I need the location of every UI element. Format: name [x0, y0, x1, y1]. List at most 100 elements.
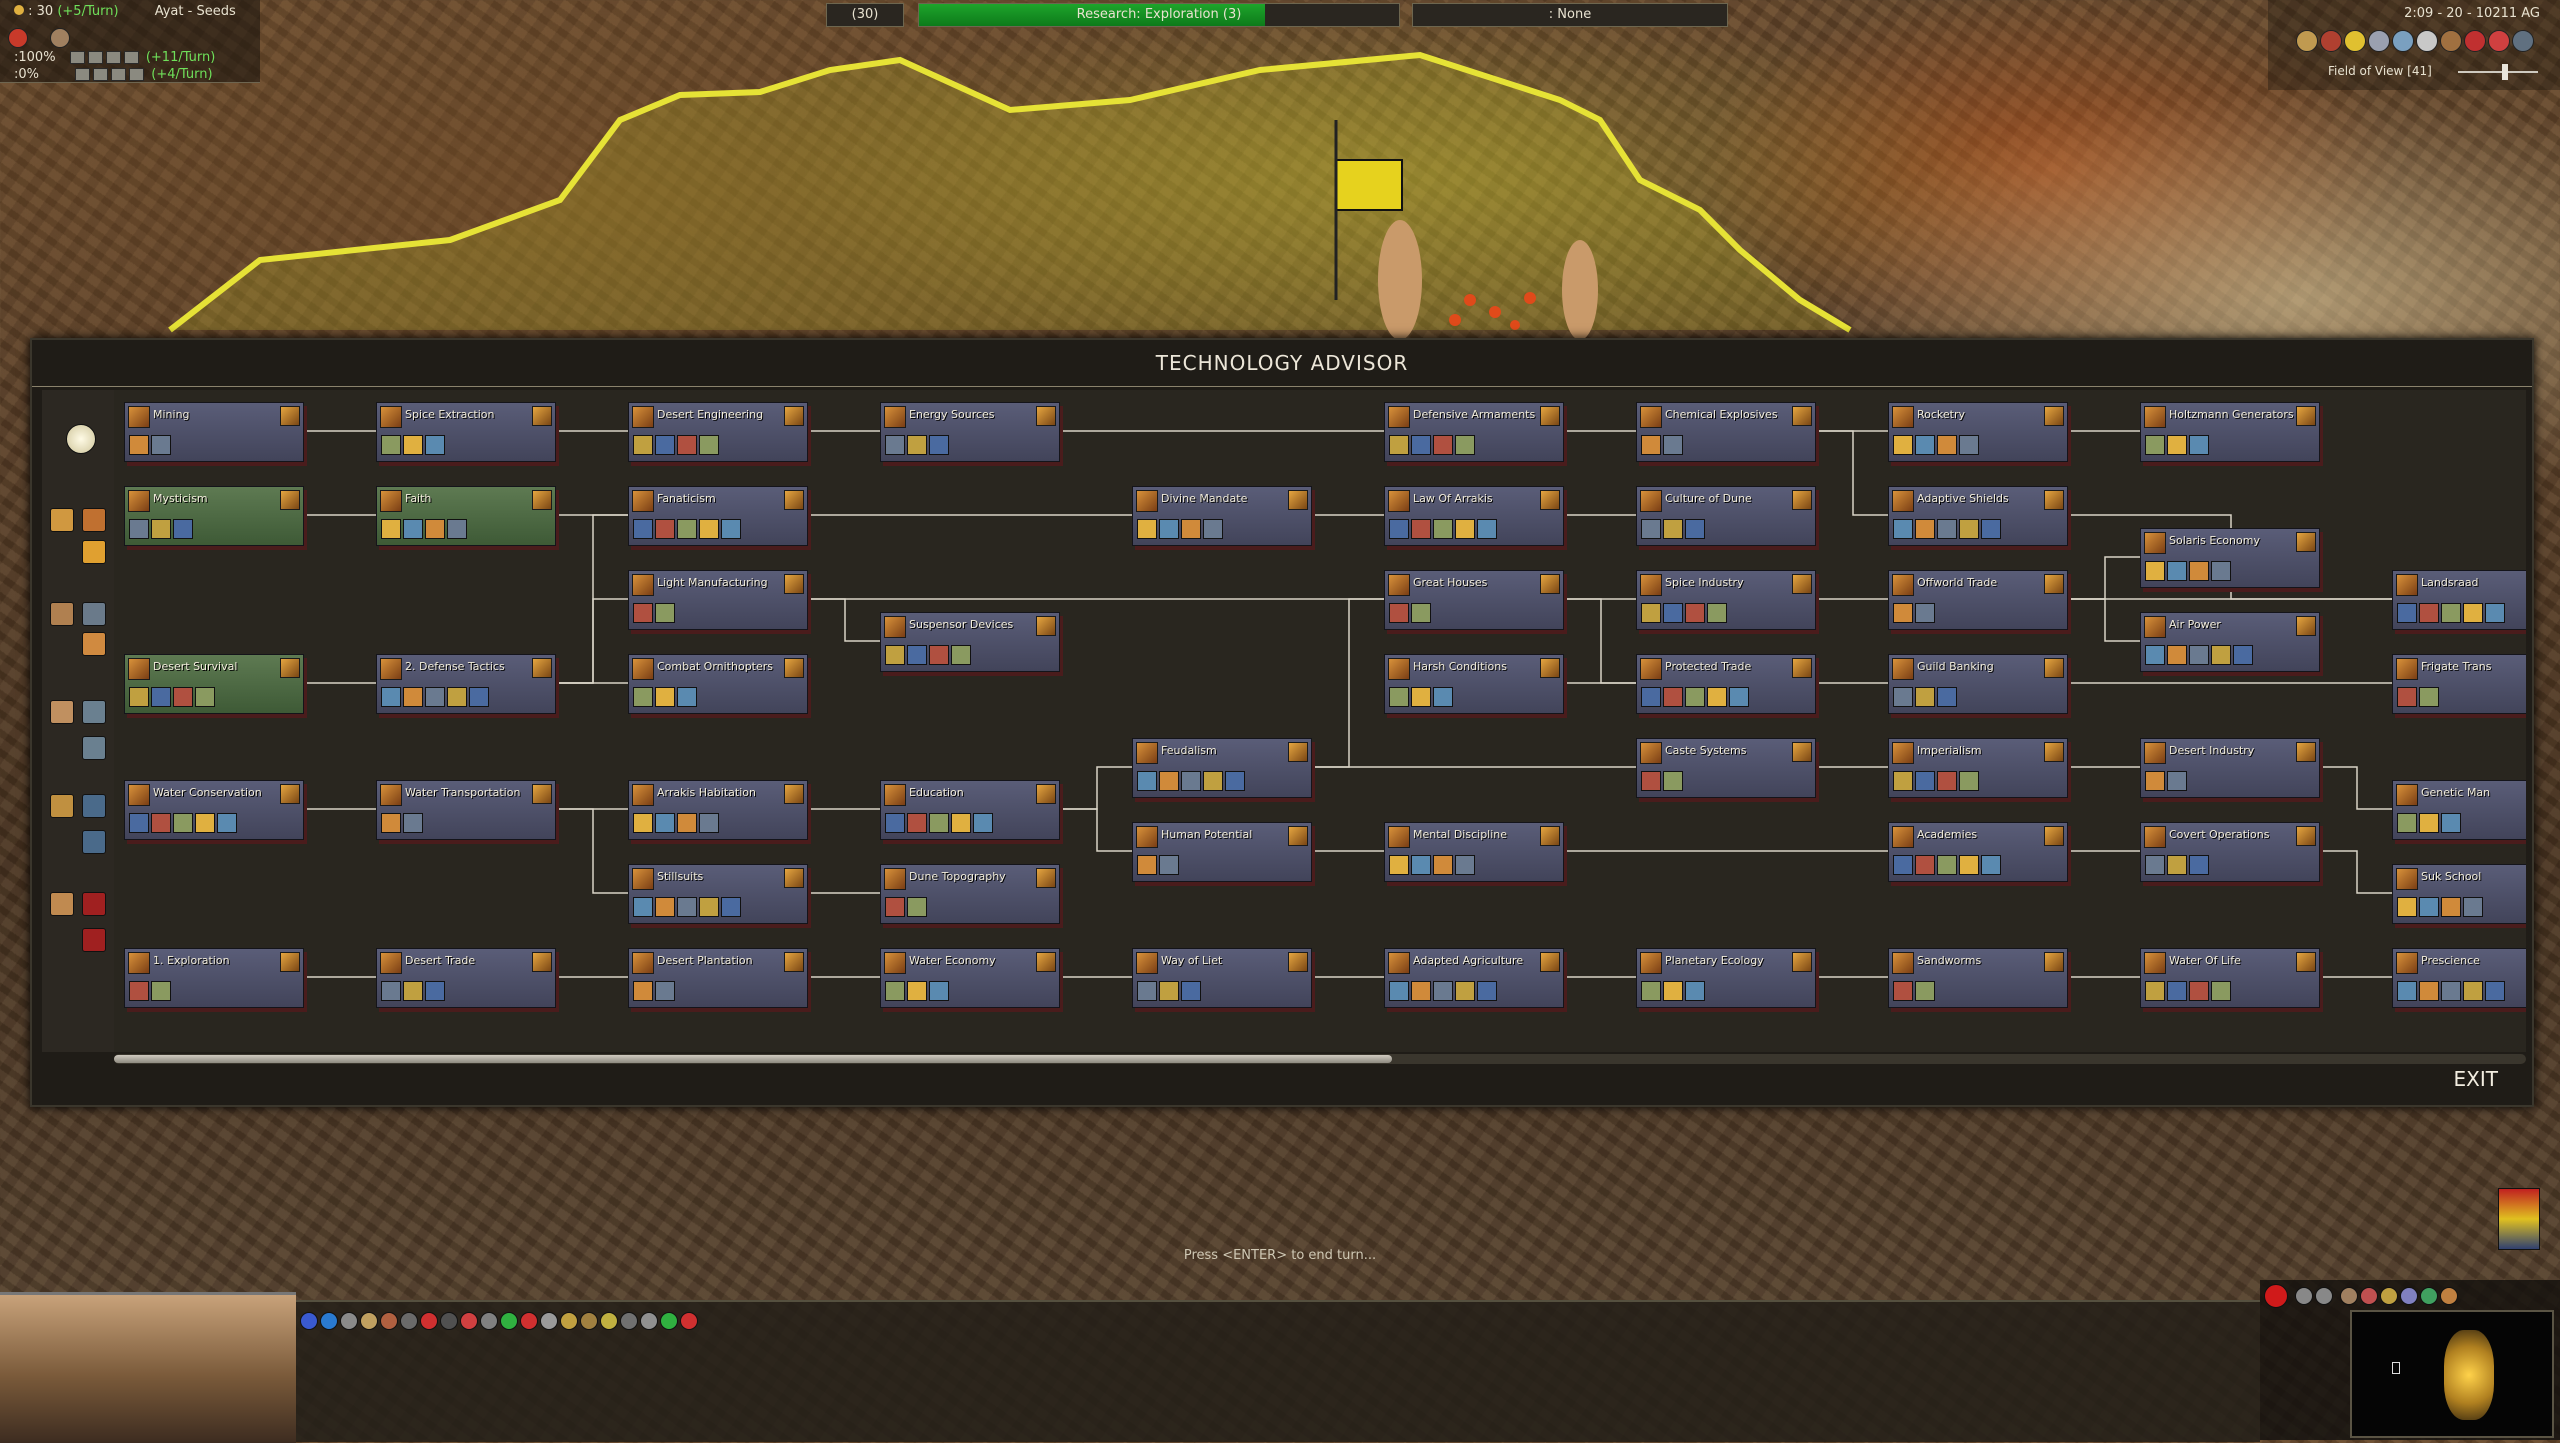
unlock-item-icon[interactable] [2397, 813, 2417, 833]
unlock-icon[interactable] [2044, 490, 2064, 510]
unlock-item-icon[interactable] [1915, 603, 1935, 623]
unlock-item-icon[interactable] [1181, 771, 1201, 791]
unlock-item-icon[interactable] [951, 813, 971, 833]
unlock-item-icon[interactable] [2167, 645, 2187, 665]
map-mode-icon[interactable] [2360, 1287, 2379, 1305]
unlock-item-icon[interactable] [1159, 855, 1179, 875]
unlock-item-icon[interactable] [655, 813, 675, 833]
unlock-item-icon[interactable] [381, 981, 401, 1001]
unlock-item-icon[interactable] [907, 645, 927, 665]
tech-human-potential[interactable]: Human Potential [1132, 822, 1312, 882]
tech-caste-systems[interactable]: Caste Systems [1636, 738, 1816, 798]
unlock-item-icon[interactable] [1433, 435, 1453, 455]
tech-spice-extraction[interactable]: Spice Extraction [376, 402, 556, 462]
unit-figure[interactable] [1562, 240, 1598, 340]
unlock-item-icon[interactable] [1915, 519, 1935, 539]
unit-icon[interactable] [380, 1311, 398, 1330]
unlock-item-icon[interactable] [1389, 519, 1409, 539]
unlock-icon[interactable] [2296, 532, 2316, 552]
unlock-item-icon[interactable] [2463, 981, 2483, 1001]
unlock-item-icon[interactable] [929, 435, 949, 455]
unlock-item-icon[interactable] [1137, 855, 1157, 875]
unlock-item-icon[interactable] [1433, 981, 1453, 1001]
tech-landsraad[interactable]: Landsraad [2392, 570, 2526, 630]
unlock-item-icon[interactable] [2419, 687, 2439, 707]
unlock-item-icon[interactable] [633, 897, 653, 917]
spice-icon[interactable] [600, 1311, 618, 1330]
unlock-icon[interactable] [784, 868, 804, 888]
unlock-item-icon[interactable] [1893, 687, 1913, 707]
minimap[interactable] [2350, 1310, 2554, 1438]
unlock-item-icon[interactable] [1159, 519, 1179, 539]
map-mode-icon[interactable] [2340, 1287, 2359, 1305]
unlock-icon[interactable] [532, 952, 552, 972]
blocked-icon[interactable] [82, 928, 106, 952]
clock-icon[interactable] [440, 1311, 458, 1330]
unlock-icon[interactable] [1540, 658, 1560, 678]
blocked-icon[interactable] [82, 892, 106, 916]
tech-harsh-conditions[interactable]: Harsh Conditions [1384, 654, 1564, 714]
tech-stillsuits[interactable]: Stillsuits [628, 864, 808, 924]
unlock-item-icon[interactable] [1411, 519, 1431, 539]
unlock-item-icon[interactable] [2145, 855, 2165, 875]
tech-water-of-life[interactable]: Water Of Life [2140, 948, 2320, 1008]
building-icon[interactable] [82, 602, 106, 626]
trade-icon[interactable] [560, 1311, 578, 1330]
unlock-item-icon[interactable] [1159, 981, 1179, 1001]
tech-mental-discipline[interactable]: Mental Discipline [1384, 822, 1564, 882]
unlock-item-icon[interactable] [1959, 771, 1979, 791]
tech-fanaticism[interactable]: Fanaticism [628, 486, 808, 546]
unlock-item-icon[interactable] [425, 519, 445, 539]
unlock-item-icon[interactable] [1181, 981, 1201, 1001]
unlock-item-icon[interactable] [1477, 519, 1497, 539]
unlock-item-icon[interactable] [1389, 981, 1409, 1001]
arrow-right-icon[interactable] [2315, 1287, 2334, 1305]
unit-icon[interactable] [50, 700, 74, 724]
unlock-item-icon[interactable] [2441, 981, 2461, 1001]
unlock-item-icon[interactable] [469, 687, 489, 707]
unlock-item-icon[interactable] [2211, 645, 2231, 665]
unlock-icon[interactable] [1036, 616, 1056, 636]
unlock-item-icon[interactable] [1433, 519, 1453, 539]
unlock-icon[interactable] [784, 784, 804, 804]
unlock-item-icon[interactable] [2419, 603, 2439, 623]
unlock-item-icon[interactable] [1915, 687, 1935, 707]
water-icon[interactable] [320, 1311, 338, 1330]
unlock-icon[interactable] [2296, 406, 2316, 426]
tech-great-houses[interactable]: Great Houses [1384, 570, 1564, 630]
unlock-icon[interactable] [2296, 616, 2316, 636]
unlock-item-icon[interactable] [217, 813, 237, 833]
unlock-item-icon[interactable] [2441, 813, 2461, 833]
tech-combat-ornithopters[interactable]: Combat Ornithopters [628, 654, 808, 714]
unlock-item-icon[interactable] [699, 435, 719, 455]
building-icon[interactable] [82, 508, 106, 532]
unlock-item-icon[interactable] [1707, 687, 1727, 707]
unlock-item-icon[interactable] [1663, 687, 1683, 707]
unlock-item-icon[interactable] [2167, 981, 2187, 1001]
unlock-item-icon[interactable] [151, 981, 171, 1001]
unlock-icon[interactable] [1036, 406, 1056, 426]
unlock-icon[interactable] [2044, 826, 2064, 846]
unlock-item-icon[interactable] [1477, 981, 1497, 1001]
building-icon[interactable] [82, 794, 106, 818]
unlock-item-icon[interactable] [655, 435, 675, 455]
unlock-item-icon[interactable] [1455, 855, 1475, 875]
unlock-item-icon[interactable] [403, 519, 423, 539]
unlock-icon[interactable] [1792, 406, 1812, 426]
unlock-item-icon[interactable] [907, 981, 927, 1001]
tech-guild-banking[interactable]: Guild Banking [1888, 654, 2068, 714]
unlock-item-icon[interactable] [721, 519, 741, 539]
unlock-item-icon[interactable] [129, 813, 149, 833]
unlock-item-icon[interactable] [1915, 981, 1935, 1001]
unlock-item-icon[interactable] [885, 981, 905, 1001]
unlock-item-icon[interactable] [1455, 435, 1475, 455]
tech-desert-plantation[interactable]: Desert Plantation [628, 948, 808, 1008]
unlock-item-icon[interactable] [1159, 771, 1179, 791]
tech-planetary-ecology[interactable]: Planetary Ecology [1636, 948, 1816, 1008]
unlock-item-icon[interactable] [129, 435, 149, 455]
leader-icon[interactable] [2498, 1188, 2540, 1250]
tech-air-power[interactable]: Air Power [2140, 612, 2320, 672]
tech-water-economy[interactable]: Water Economy [880, 948, 1060, 1008]
unlock-item-icon[interactable] [173, 687, 193, 707]
unlock-icon[interactable] [1540, 406, 1560, 426]
